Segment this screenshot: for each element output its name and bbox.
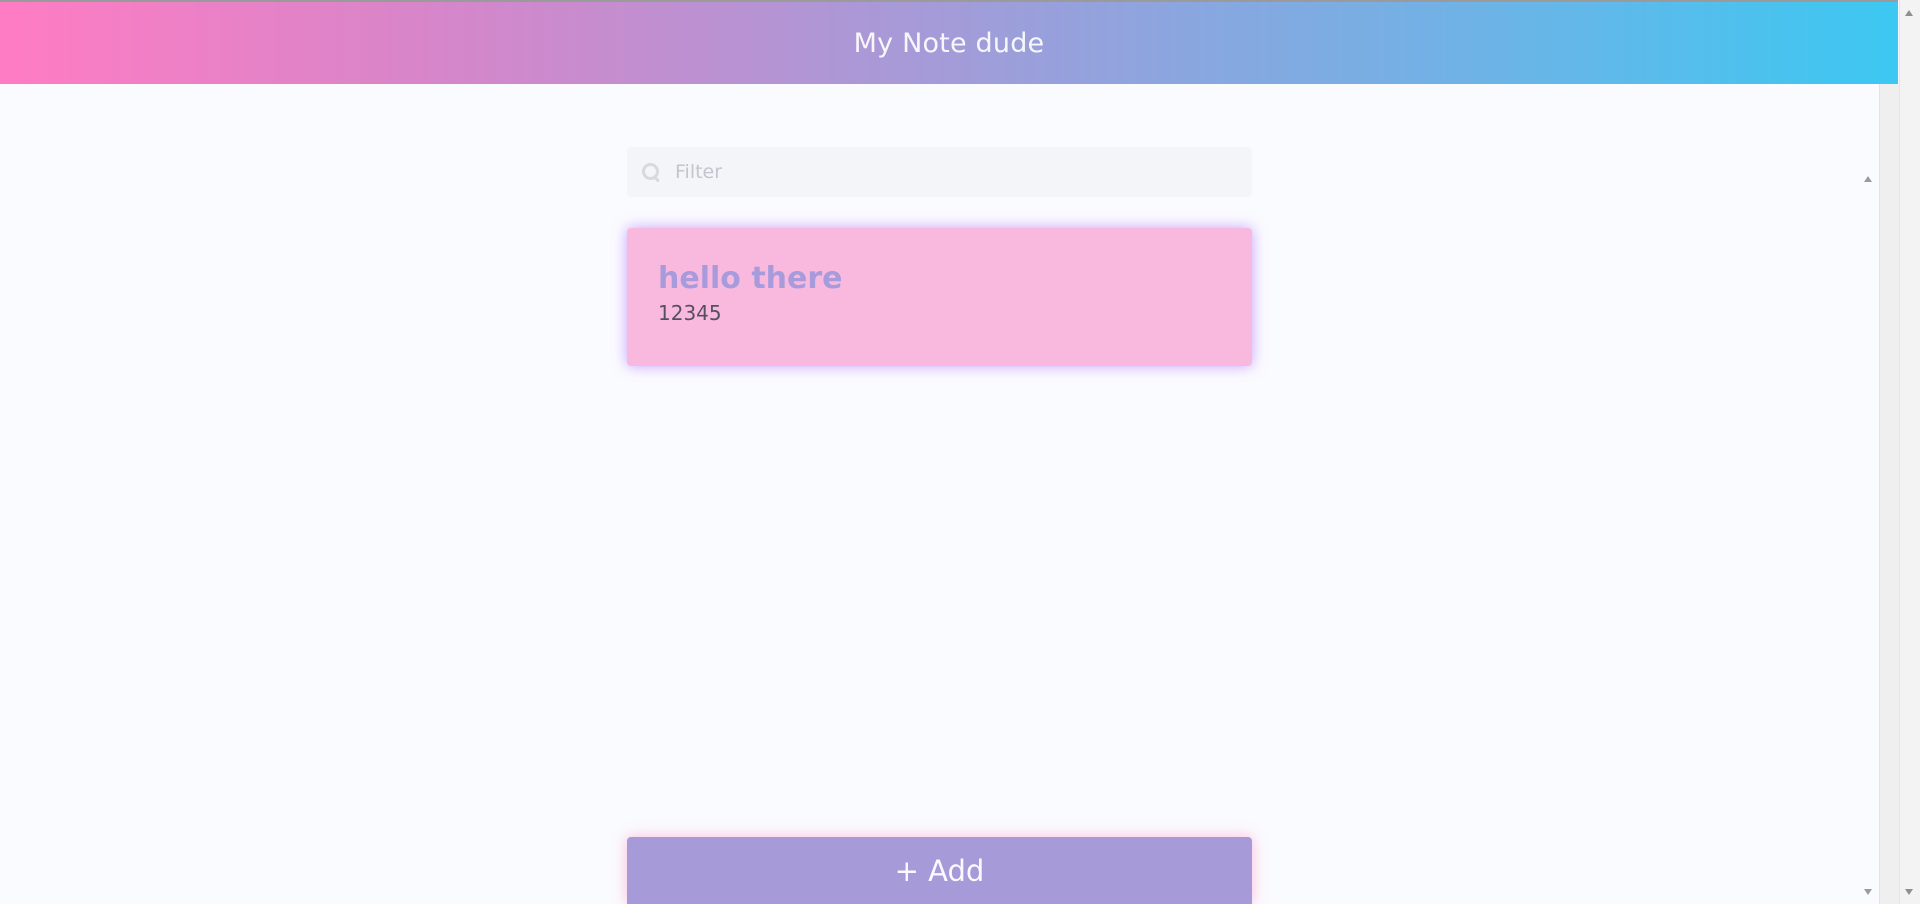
content-scrollbar[interactable] <box>1864 84 1899 904</box>
app-header: My Note dude <box>0 2 1898 84</box>
add-note-button[interactable]: + Add <box>627 837 1252 904</box>
chevron-up-icon[interactable] <box>1864 176 1872 182</box>
note-app: My Note dude hello there 12345 + Add <box>0 0 1920 904</box>
chevron-down-icon[interactable] <box>1864 889 1872 895</box>
search-icon <box>641 162 661 182</box>
window-scrollbar[interactable] <box>1899 0 1920 904</box>
chevron-down-icon[interactable] <box>1905 889 1913 895</box>
note-title: hello there <box>658 261 843 296</box>
chevron-up-icon[interactable] <box>1905 10 1913 16</box>
search-input[interactable] <box>675 161 1235 183</box>
search-bar[interactable] <box>627 147 1252 197</box>
note-card[interactable]: hello there 12345 <box>627 228 1252 366</box>
note-body: 12345 <box>658 300 722 325</box>
page-title: My Note dude <box>853 27 1045 59</box>
